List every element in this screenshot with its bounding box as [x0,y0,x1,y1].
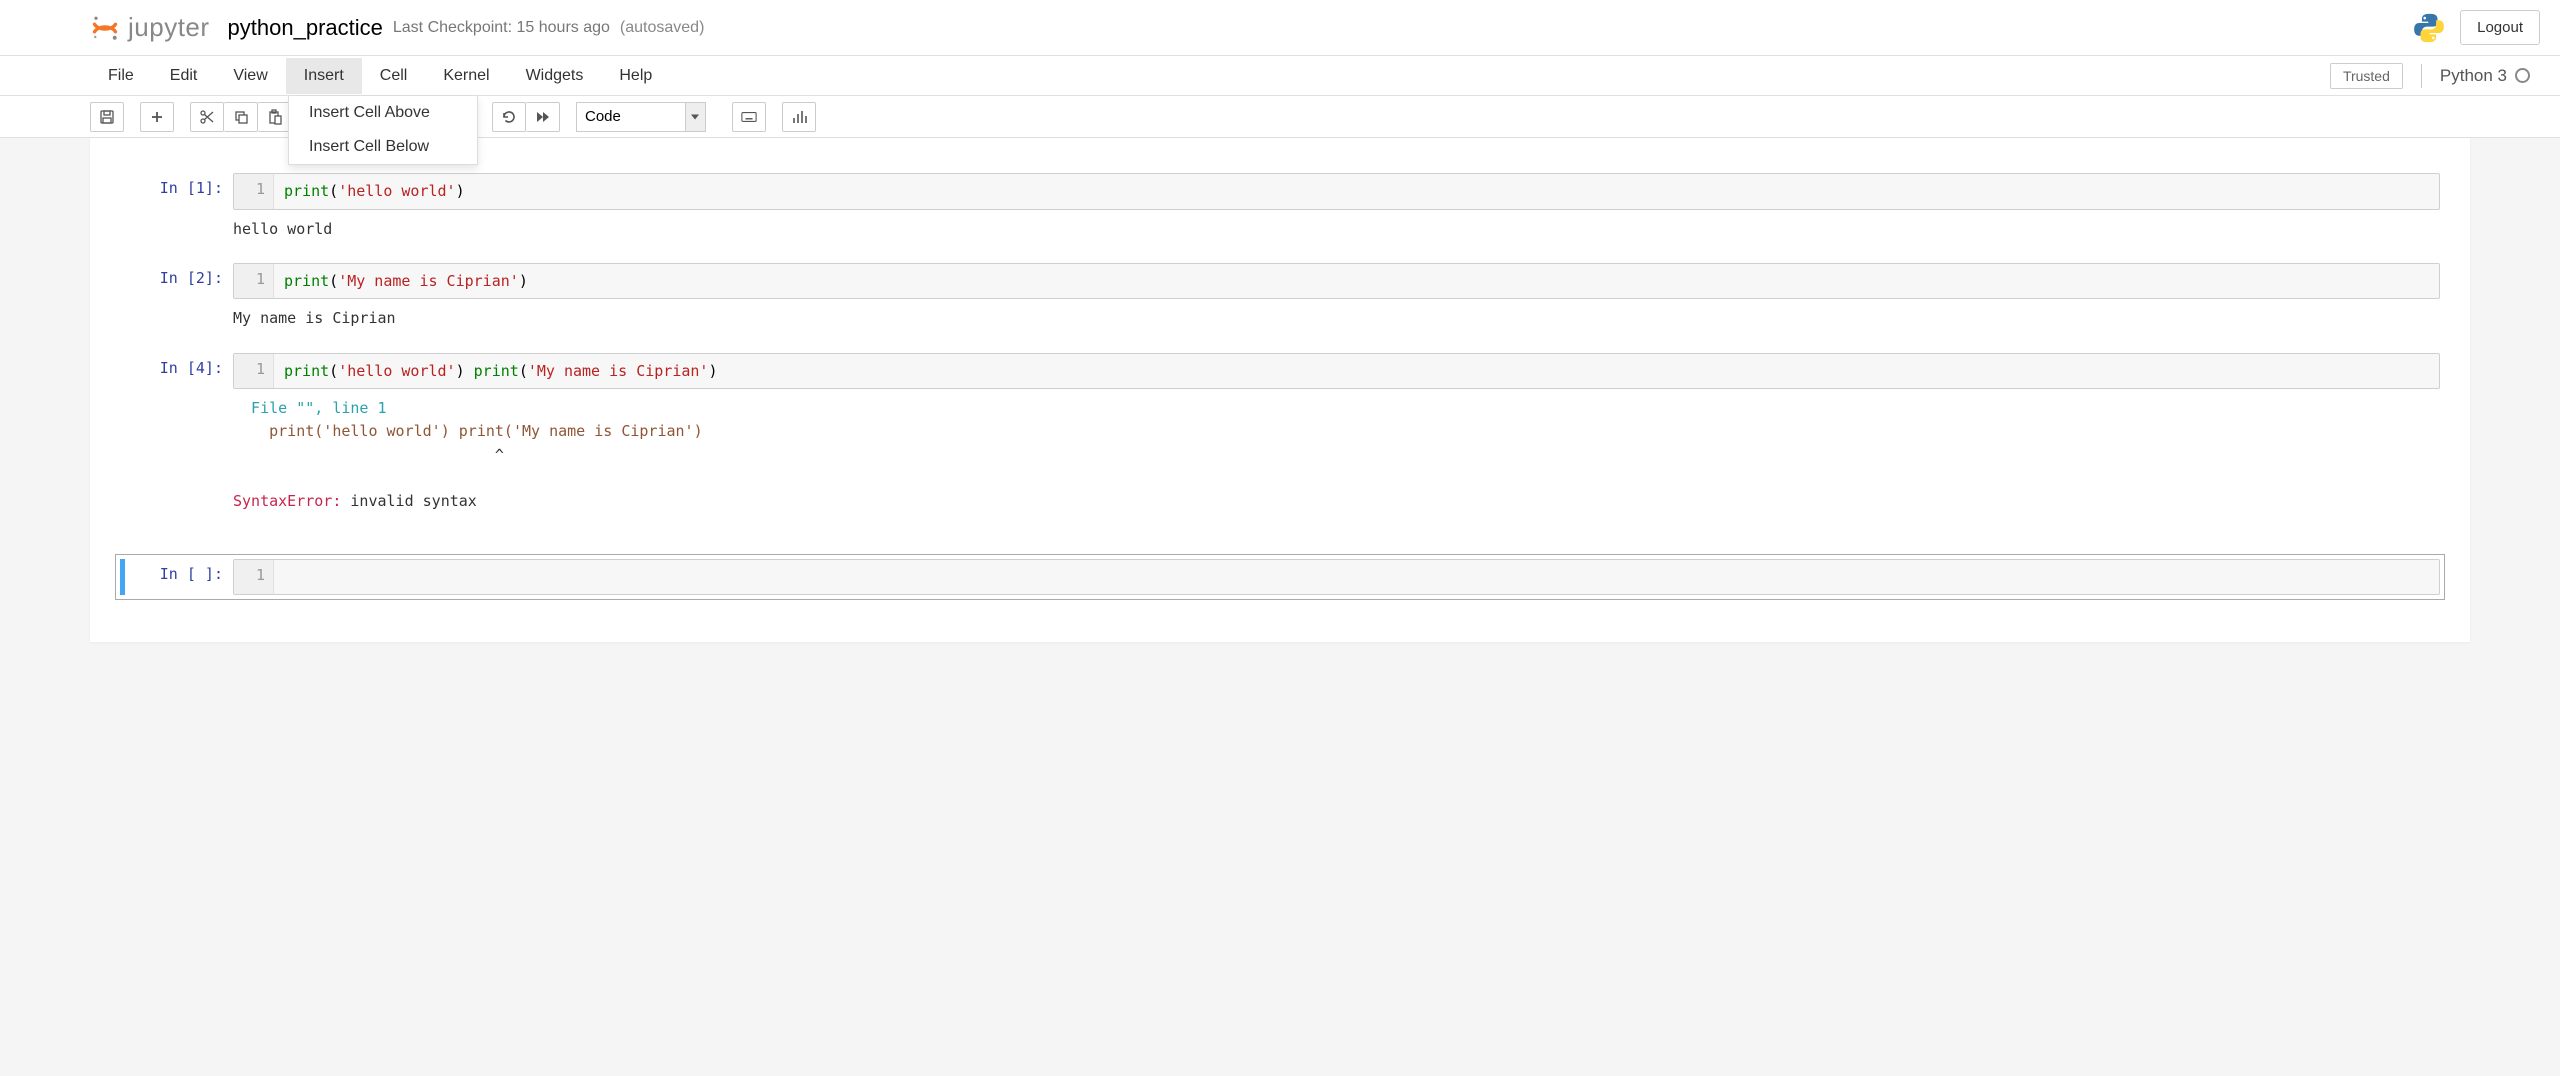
cell-select-bar [120,173,125,241]
insert-dropdown: Insert Cell AboveInsert Cell Below [288,96,478,165]
menu-file[interactable]: File [90,58,152,94]
code-text[interactable]: print('hello world') [274,174,2439,209]
insert-menu-item[interactable]: Insert Cell Below [289,130,477,164]
menu-insert[interactable]: Insert [286,58,362,94]
line-number: 1 [234,174,274,209]
line-number: 1 [234,354,274,389]
paste-icon [267,109,283,125]
cell-output: hello world [233,210,2440,241]
menu-help[interactable]: Help [601,58,670,94]
cell-type-select[interactable]: Code [576,102,706,132]
cell-select-bar [120,559,125,596]
menu-view[interactable]: View [215,58,285,94]
code-text[interactable]: print('My name is Ciprian') [274,264,2439,299]
jupyter-icon [90,13,120,43]
menu-edit[interactable]: Edit [152,58,216,94]
jupyter-logo[interactable]: jupyter [90,12,210,43]
insert-menu-item[interactable]: Insert Cell Above [289,96,477,130]
cell-output: My name is Ciprian [233,299,2440,330]
menu-cell[interactable]: Cell [362,58,426,94]
kernel-status-icon [2515,68,2530,83]
autosaved-text: (autosaved) [620,19,705,37]
restart-icon [501,109,517,125]
bar-chart-icon [791,109,807,125]
cell-select-bar [120,353,125,537]
header-bar: jupyter python_practice Last Checkpoint:… [0,0,2560,56]
code-input[interactable]: 1print('hello world') print('My name is … [233,353,2440,390]
copy-icon [233,109,249,125]
kernel-indicator[interactable]: Python 3 [2440,66,2540,86]
fast-forward-icon [535,109,551,125]
notebook-name[interactable]: python_practice [228,15,383,41]
scissors-icon [199,109,215,125]
notebook-area: In [1]:1print('hello world')hello worldI… [90,138,2470,642]
input-prompt: In [4]: [133,353,233,537]
paste-button[interactable] [258,102,292,132]
save-icon [99,109,115,125]
code-cell[interactable]: In [4]:1print('hello world') print('My n… [115,348,2445,542]
input-prompt: In [ ]: [133,559,233,596]
code-cell[interactable]: In [ ]:1 [115,554,2445,601]
code-input[interactable]: 1 [233,559,2440,596]
line-number: 1 [234,560,274,595]
python-icon [2412,11,2446,45]
code-text[interactable]: print('hello world') print('My name is C… [274,354,2439,389]
add-cell-button[interactable] [140,102,174,132]
command-palette-button[interactable] [732,102,766,132]
menu-widgets[interactable]: Widgets [508,58,602,94]
cell-error-output: File "", line 1 print('hello world') pri… [233,389,2440,537]
input-prompt: In [2]: [133,263,233,331]
logout-button[interactable]: Logout [2460,10,2540,45]
kernel-name: Python 3 [2440,66,2507,86]
code-cell[interactable]: In [2]:1print('My name is Ciprian')My na… [115,258,2445,336]
divider [2421,64,2422,88]
code-text[interactable] [274,560,2439,595]
restart-button[interactable] [492,102,526,132]
input-prompt: In [1]: [133,173,233,241]
code-input[interactable]: 1print('hello world') [233,173,2440,210]
copy-button[interactable] [224,102,258,132]
cell-select-bar [120,263,125,331]
cell-type-select-wrap[interactable]: Code [576,102,706,132]
trusted-indicator[interactable]: Trusted [2330,63,2403,89]
restart-run-all-button[interactable] [526,102,560,132]
line-number: 1 [234,264,274,299]
menu-kernel[interactable]: Kernel [425,58,507,94]
jupyter-logo-text: jupyter [128,12,210,43]
save-button[interactable] [90,102,124,132]
checkpoint-text: Last Checkpoint: 15 hours ago [393,19,610,37]
chart-button[interactable] [782,102,816,132]
code-input[interactable]: 1print('My name is Ciprian') [233,263,2440,300]
keyboard-icon [741,109,757,125]
plus-icon [149,109,165,125]
code-cell[interactable]: In [1]:1print('hello world')hello world [115,168,2445,246]
menubar: FileEditViewInsertCellKernelWidgetsHelp … [0,56,2560,96]
cut-button[interactable] [190,102,224,132]
